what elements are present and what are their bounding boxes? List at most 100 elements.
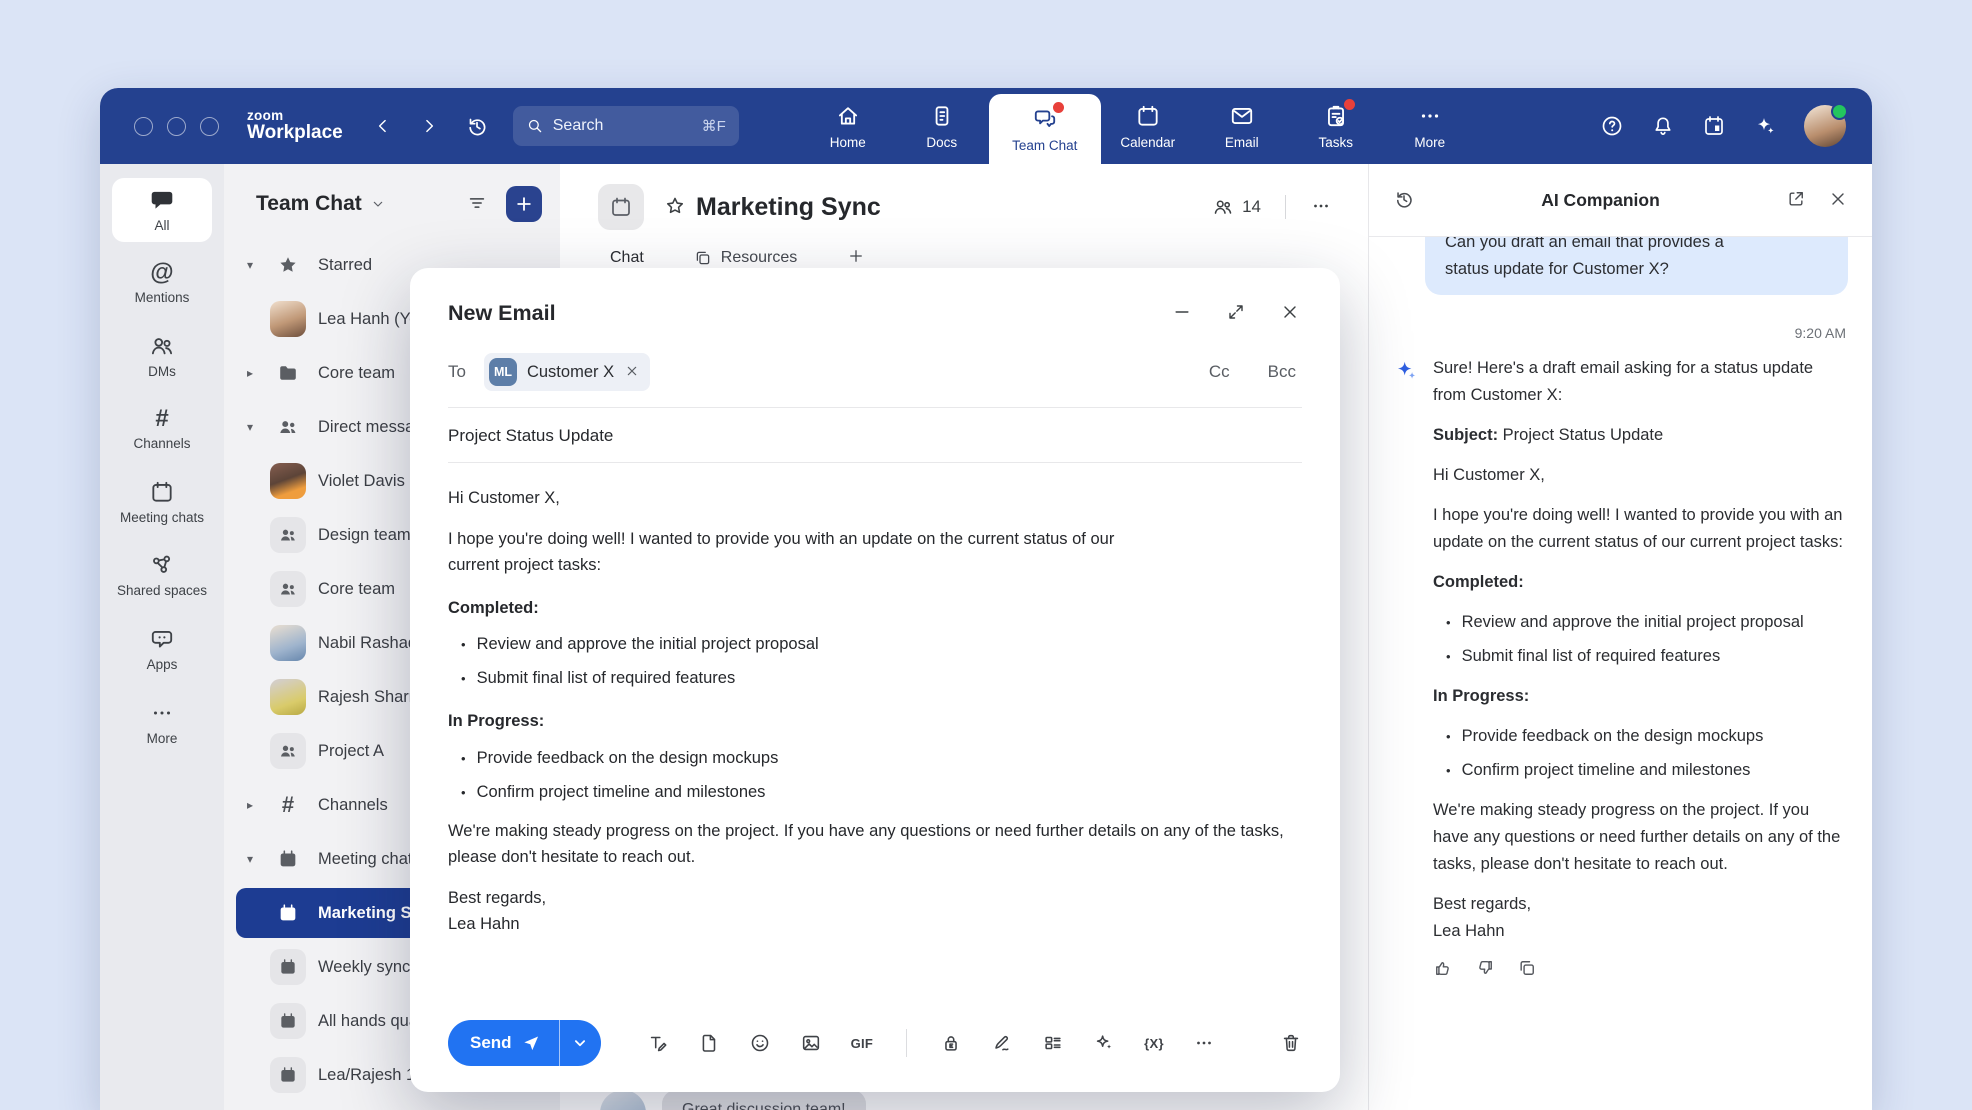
nav-docs[interactable]: Docs	[895, 88, 989, 164]
desktop-background: zoom Workplace Search ⌘F	[0, 0, 1972, 1110]
image-icon	[800, 1032, 822, 1054]
attach-file-button[interactable]	[698, 1032, 720, 1054]
gif-button[interactable]: GIF	[851, 1036, 874, 1051]
ai-companion-button[interactable]	[1753, 114, 1777, 138]
discard-draft-button[interactable]	[1280, 1032, 1302, 1054]
thumbs-up-button[interactable]	[1433, 958, 1453, 981]
ai-compose-button[interactable]	[1093, 1032, 1115, 1054]
ai-history-button[interactable]	[1391, 186, 1417, 215]
add-tab-button[interactable]	[841, 246, 871, 269]
encrypt-button[interactable]	[940, 1032, 962, 1054]
people-icon	[270, 409, 306, 445]
caret-down-icon[interactable]: ▾	[242, 258, 258, 272]
text-format-button[interactable]	[647, 1032, 669, 1054]
nav-home[interactable]: Home	[801, 88, 895, 164]
window-zoom-button[interactable]	[200, 117, 219, 136]
top-bar: zoom Workplace Search ⌘F	[100, 88, 1872, 164]
docs-icon	[929, 103, 955, 129]
filter-button[interactable]	[462, 188, 492, 221]
nav-more[interactable]: More	[1383, 88, 1477, 164]
search-input[interactable]: Search ⌘F	[513, 106, 739, 146]
nav-tasks[interactable]: Tasks	[1289, 88, 1383, 164]
notifications-button[interactable]	[1651, 114, 1675, 138]
window-close-button[interactable]	[134, 117, 153, 136]
user-avatar[interactable]	[1804, 105, 1846, 147]
insert-image-button[interactable]	[800, 1032, 822, 1054]
rail-item-apps[interactable]: Apps	[112, 617, 212, 681]
ai-close-button[interactable]	[1826, 187, 1850, 214]
nav-team-chat[interactable]: Team Chat	[989, 94, 1101, 164]
ai-open-window-button[interactable]	[1784, 187, 1808, 214]
rail-item-shared-spaces[interactable]: Shared spaces	[112, 543, 212, 607]
avatar	[270, 463, 306, 499]
caret-right-icon[interactable]: ▸	[242, 366, 258, 380]
to-field[interactable]: To ML Customer X Cc Bcc	[448, 353, 1302, 391]
remove-recipient-button[interactable]	[624, 363, 640, 382]
channel-header: Marketing Sync 14	[560, 164, 1368, 230]
presence-indicator	[1831, 103, 1848, 120]
chevron-right-icon	[419, 116, 439, 136]
caret-down-icon[interactable]: ▾	[242, 852, 258, 866]
plus-icon	[514, 194, 534, 214]
caret-down-icon[interactable]: ▾	[242, 420, 258, 434]
template-button[interactable]	[1042, 1032, 1064, 1054]
tab-resources[interactable]: Resources	[688, 248, 803, 268]
recipient-name: Customer X	[527, 363, 614, 382]
variables-button[interactable]: {X}	[1144, 1036, 1164, 1051]
forward-button[interactable]	[419, 116, 439, 136]
calendar-icon	[270, 841, 306, 877]
history-button[interactable]	[465, 114, 489, 138]
calendar-icon	[1135, 103, 1161, 129]
thumbs-up-icon	[1433, 958, 1453, 978]
send-button[interactable]: Send	[448, 1020, 559, 1066]
timestamp: 9:20 AM	[1393, 325, 1846, 341]
group-icon	[270, 733, 306, 769]
cc-button[interactable]: Cc	[1203, 361, 1236, 383]
send-options-button[interactable]	[559, 1020, 601, 1066]
window-minimize-button[interactable]	[167, 117, 186, 136]
nav-calendar[interactable]: Calendar	[1101, 88, 1195, 164]
caret-right-icon[interactable]: ▸	[242, 798, 258, 812]
ai-sparkle-icon	[1393, 358, 1419, 384]
recipient-chip[interactable]: ML Customer X	[484, 353, 650, 391]
rail-item-mentions[interactable]: @ Mentions	[112, 252, 212, 314]
schedule-button[interactable]	[1702, 114, 1726, 138]
new-chat-button[interactable]	[506, 186, 542, 222]
ai-companion-panel: AI Companion Can you draft an email that…	[1368, 164, 1872, 1110]
avatar	[270, 679, 306, 715]
team-chat-dropdown[interactable]: Team Chat	[250, 191, 392, 217]
rail-item-all[interactable]: All	[112, 178, 212, 242]
rail-item-more[interactable]: More	[112, 691, 212, 755]
nav-email[interactable]: Email	[1195, 88, 1289, 164]
left-rail: All @ Mentions DMs # Channels Meeting ch…	[100, 164, 224, 1110]
thumbs-down-button[interactable]	[1475, 958, 1495, 981]
signature-button[interactable]	[991, 1032, 1013, 1054]
email-icon	[1229, 103, 1255, 129]
close-button[interactable]	[1278, 300, 1302, 327]
tab-chat[interactable]: Chat	[604, 248, 650, 268]
more-options-button[interactable]	[1193, 1032, 1215, 1054]
members-button[interactable]: 14	[1206, 195, 1267, 219]
ai-conversation: Can you draft an email that provides a s…	[1369, 237, 1872, 1110]
more-dots-icon	[1193, 1032, 1215, 1054]
rail-item-dms[interactable]: DMs	[112, 324, 212, 388]
emoji-button[interactable]	[749, 1032, 771, 1054]
rail-item-channels[interactable]: # Channels	[112, 398, 212, 460]
minimize-button[interactable]	[1170, 300, 1194, 327]
bcc-button[interactable]: Bcc	[1262, 361, 1302, 383]
copy-button[interactable]	[1517, 958, 1537, 981]
favorite-star-button[interactable]	[662, 193, 688, 222]
expand-icon	[1226, 302, 1246, 322]
tasks-badge	[1344, 99, 1355, 110]
subject-field[interactable]: Project Status Update	[448, 426, 1302, 446]
avatar	[270, 625, 306, 661]
help-button[interactable]	[1600, 114, 1624, 138]
logo-workplace: Workplace	[247, 123, 343, 143]
email-body-editor[interactable]: Hi Customer X, I hope you're doing well!…	[448, 485, 1302, 938]
home-icon	[835, 103, 861, 129]
close-icon	[624, 363, 640, 379]
channel-more-button[interactable]	[1304, 194, 1338, 221]
back-button[interactable]	[373, 116, 393, 136]
expand-button[interactable]	[1224, 300, 1248, 327]
rail-item-meeting-chats[interactable]: Meeting chats	[112, 470, 212, 534]
